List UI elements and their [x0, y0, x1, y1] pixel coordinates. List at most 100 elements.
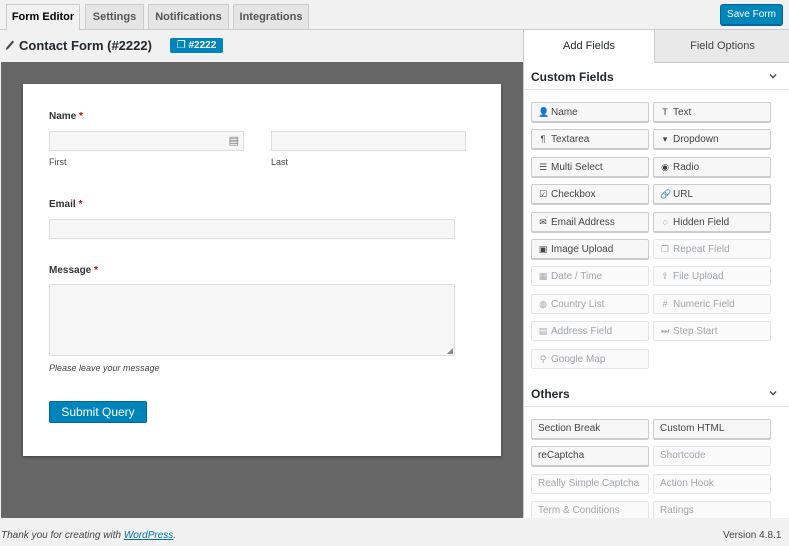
field-button-label: Email Address: [551, 216, 615, 228]
form-header: Contact Form (#2222) ❐ #2222: [0, 31, 523, 62]
field-button-label: Step Start: [673, 326, 718, 338]
contact-card-icon: ▤: [228, 135, 239, 147]
field-button-date-time[interactable]: ▦ Date / Time: [531, 266, 649, 287]
radio-icon: ◉: [661, 161, 669, 172]
field-button-label: Checkbox: [551, 189, 596, 201]
field-button-numeric-field[interactable]: # Numeric Field: [653, 293, 771, 314]
checkbox-icon: ☑: [538, 189, 548, 200]
name-field-label: Name *: [49, 111, 83, 122]
calendar-icon: ▦: [538, 271, 548, 282]
email-input[interactable]: [49, 219, 455, 239]
field-button-label: Shortcode: [660, 450, 706, 462]
field-button-multi-select[interactable]: ☰ Multi Select: [531, 156, 649, 177]
field-button-url[interactable]: 🔗 URL: [653, 184, 771, 205]
tab-form-editor[interactable]: Form Editor: [6, 4, 80, 31]
field-button-label: Radio: [673, 161, 700, 173]
upload-icon: ⇪: [661, 271, 669, 282]
field-button-hidden-field[interactable]: ◌ Hidden Field: [653, 211, 771, 232]
field-button-label: Textarea: [551, 134, 590, 146]
field-button-label: Really Simple Captcha: [538, 477, 640, 489]
field-button-ratings[interactable]: Ratings: [653, 501, 771, 518]
field-button-checkbox[interactable]: ☑ Checkbox: [531, 184, 649, 205]
save-form-button[interactable]: Save Form: [720, 4, 783, 25]
first-name-sublabel: First: [49, 157, 67, 167]
field-button-repeat-field[interactable]: ❐ Repeat Field: [653, 239, 771, 259]
field-button-country-list[interactable]: ◍ Country List: [531, 293, 649, 314]
field-button-dropdown[interactable]: ▾ Dropdown: [653, 129, 771, 150]
field-button-file-upload[interactable]: ⇪ File Upload: [653, 266, 771, 287]
field-button-email-address[interactable]: ✉ Email Address: [531, 211, 649, 232]
form-id-badge[interactable]: ❐ #2222: [170, 38, 223, 53]
form-id-text: #2222: [188, 40, 217, 51]
field-button-label: Image Upload: [551, 244, 614, 255]
version-text: Version 4.8.1: [723, 530, 782, 541]
envelope-icon: ✉: [539, 216, 547, 227]
link-icon: 🔗: [660, 189, 672, 200]
field-button-action-hook[interactable]: Action Hook: [653, 473, 771, 494]
submit-button[interactable]: Submit Query: [49, 401, 147, 423]
field-button-image-upload[interactable]: ▣ Image Upload: [531, 239, 649, 259]
tab-field-options[interactable]: Field Options: [654, 30, 789, 63]
step-forward-icon: ⏭: [660, 326, 670, 337]
field-button-shortcode[interactable]: Shortcode: [653, 446, 771, 467]
field-button-custom-html[interactable]: Custom HTML: [653, 419, 771, 439]
field-button-label: Text: [673, 107, 692, 118]
chevron-down-icon[interactable]: [768, 388, 778, 398]
image-icon: ▣: [538, 244, 548, 254]
field-button-really-simple-captcha[interactable]: Really Simple Captcha: [531, 473, 649, 494]
field-button-recaptcha[interactable]: reCaptcha: [531, 446, 649, 467]
chevron-down-icon[interactable]: [768, 71, 778, 81]
field-button-label: Numeric Field: [673, 298, 735, 310]
globe-icon: ◍: [539, 298, 547, 309]
others-heading[interactable]: Others: [531, 387, 570, 401]
map-marker-icon: ⚲: [539, 353, 547, 364]
form-title[interactable]: Contact Form (#2222): [19, 38, 152, 53]
tab-settings[interactable]: Settings: [85, 4, 144, 30]
last-name-sublabel: Last: [271, 157, 289, 167]
field-button-term-conditions[interactable]: Term & Conditions: [531, 501, 649, 518]
resize-handle-icon[interactable]: ◢: [447, 346, 453, 355]
email-field-label: Email *: [49, 199, 83, 210]
message-textarea[interactable]: ◢: [49, 284, 455, 356]
field-button-label: Google Map: [551, 353, 606, 365]
message-help-text: Please leave your message: [49, 363, 160, 373]
first-name-input[interactable]: ▤: [49, 131, 244, 151]
field-button-name[interactable]: 👤 Name: [531, 102, 649, 122]
pencil-icon[interactable]: [5, 39, 15, 51]
wordpress-link[interactable]: WordPress: [124, 530, 173, 541]
field-button-section-break[interactable]: Section Break: [531, 419, 649, 439]
form-canvas: Name * ▤ First Last Email * Message * ◢ …: [1, 62, 523, 518]
list-icon: ☰: [538, 161, 548, 172]
field-button-label: URL: [673, 189, 694, 201]
footer-thanks: Thank you for creating with WordPress.: [1, 530, 177, 541]
last-name-input[interactable]: [271, 131, 466, 151]
top-tab-bar: Form Editor Settings Notifications Integ…: [0, 0, 789, 31]
tab-integrations[interactable]: Integrations: [233, 4, 309, 30]
divider: [524, 406, 789, 407]
dropdown-icon: ▾: [662, 134, 668, 145]
field-button-label: Repeat Field: [673, 244, 730, 255]
field-button-label: reCaptcha: [538, 450, 585, 462]
field-button-textarea[interactable]: ¶ Textarea: [531, 129, 649, 150]
field-button-label: Section Break: [538, 423, 601, 434]
field-button-step-start[interactable]: ⏭ Step Start: [653, 321, 771, 342]
field-button-label: Hidden Field: [673, 216, 730, 228]
field-button-address-field[interactable]: ▤ Address Field: [531, 321, 649, 342]
field-button-label: Action Hook: [660, 477, 714, 489]
field-button-text[interactable]: T Text: [653, 102, 771, 122]
custom-fields-heading[interactable]: Custom Fields: [531, 70, 614, 84]
hash-icon: #: [662, 298, 668, 309]
divider: [524, 89, 789, 90]
tab-add-fields[interactable]: Add Fields: [524, 30, 654, 63]
fields-panel: Add Fields Field Options Custom Fields 👤…: [523, 30, 789, 518]
address-card-icon: ▤: [538, 326, 548, 337]
tab-notifications[interactable]: Notifications: [148, 4, 229, 30]
field-button-label: Name: [551, 107, 578, 118]
field-button-label: Address Field: [551, 326, 613, 338]
text-icon: T: [662, 107, 668, 117]
form-preview: Name * ▤ First Last Email * Message * ◢ …: [23, 84, 501, 456]
field-button-google-map[interactable]: ⚲ Google Map: [531, 348, 649, 369]
field-button-radio[interactable]: ◉ Radio: [653, 156, 771, 177]
field-button-label: Multi Select: [551, 161, 603, 173]
field-button-label: Date / Time: [551, 271, 603, 283]
